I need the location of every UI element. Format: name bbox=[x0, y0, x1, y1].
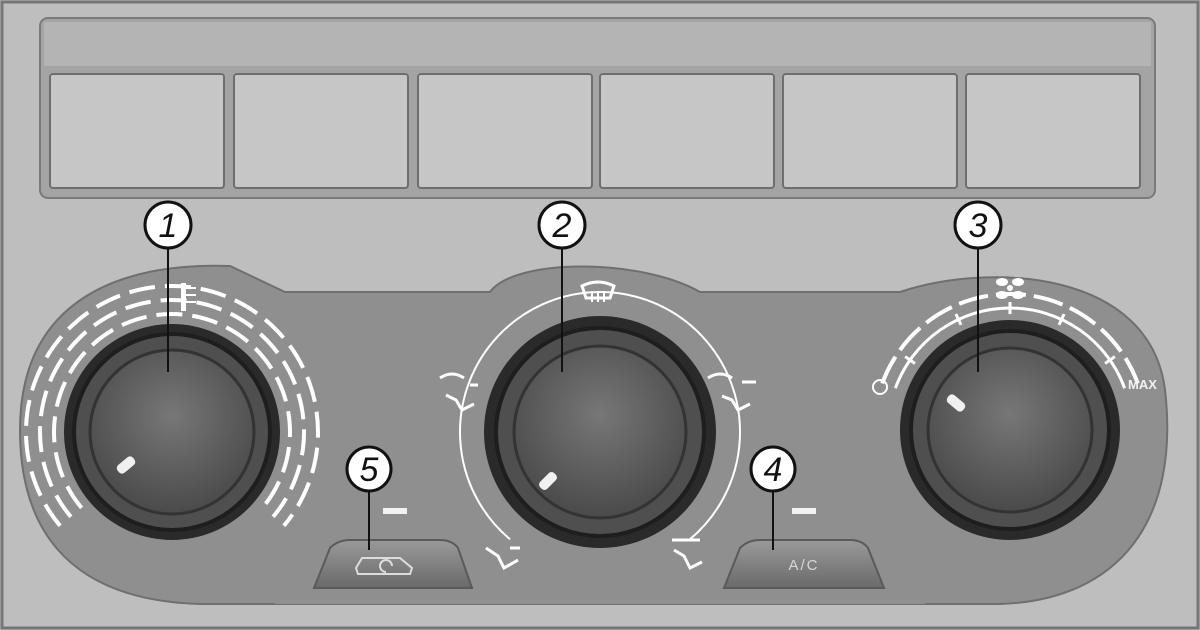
callout-1-label: 1 bbox=[159, 207, 178, 245]
blank-switch bbox=[233, 73, 409, 189]
callout-2-label: 2 bbox=[552, 207, 572, 245]
blank-switch bbox=[417, 73, 593, 189]
fan-speed-knob[interactable] bbox=[900, 320, 1120, 540]
blank-switch bbox=[782, 73, 958, 189]
blank-switch bbox=[965, 73, 1141, 189]
recirculation-indicator bbox=[383, 508, 407, 514]
blank-switch-strip bbox=[39, 17, 1156, 199]
air-distribution-knob[interactable] bbox=[484, 316, 716, 548]
ac-indicator bbox=[792, 508, 816, 514]
climate-control-panel: O MAX A/C 1 2 3 bbox=[0, 0, 1200, 630]
callout-3-label: 3 bbox=[969, 207, 988, 245]
callout-5-label: 5 bbox=[360, 451, 379, 489]
fan-max-label: MAX bbox=[1128, 377, 1157, 392]
blank-switch bbox=[599, 73, 775, 189]
ac-button-label: A/C bbox=[788, 557, 819, 574]
blank-switch bbox=[49, 73, 225, 189]
callout-4-label: 4 bbox=[764, 451, 783, 489]
temperature-knob[interactable] bbox=[64, 324, 280, 540]
